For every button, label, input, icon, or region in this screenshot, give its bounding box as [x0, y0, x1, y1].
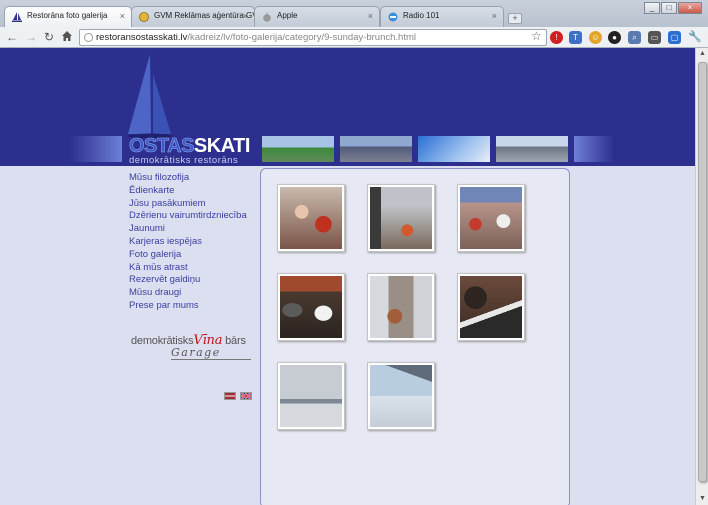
brunch-photo-8: [370, 365, 432, 427]
screen-extension-icon[interactable]: ▭: [648, 31, 661, 44]
promo-garage: Garage: [171, 346, 251, 360]
nav-link-jaunumi[interactable]: Jaunumi: [129, 223, 247, 236]
search-extension-icon[interactable]: ⌕: [628, 31, 641, 44]
home-icon[interactable]: [60, 30, 74, 44]
gallery-thumb-4[interactable]: [277, 273, 345, 341]
site-header: OSTASSKATI demokrātisks restorāns: [0, 48, 695, 166]
url-path: /kadreiz/lv/foto-galerija/category/9-sun…: [187, 32, 416, 43]
reload-icon[interactable]: ↻: [42, 30, 56, 44]
maximize-button[interactable]: □: [661, 2, 677, 14]
face-extension-icon[interactable]: ☺: [589, 31, 602, 44]
brunch-photo-6: [460, 276, 522, 338]
nav-link-dzerienu[interactable]: Dzērienu vairumtirdzniecība: [129, 210, 247, 223]
nav-link-rezervet[interactable]: Rezervēt galdiņu: [129, 274, 247, 287]
nav-link-foto-galerija[interactable]: Foto galerija: [129, 249, 247, 262]
tab-title: GVM Reklāmas aģentūra GVM: [154, 11, 255, 20]
brand-tagline: demokrātisks restorāns: [129, 155, 239, 166]
gallery-thumb-3[interactable]: [457, 184, 525, 252]
header-strip-right: [574, 136, 614, 162]
scroll-down-icon[interactable]: ▼: [696, 493, 708, 505]
scrollbar-thumb[interactable]: [698, 62, 707, 482]
radio101-favicon-icon: [388, 12, 398, 22]
minimize-button[interactable]: _: [644, 2, 660, 14]
header-photo-harbor: [262, 136, 334, 162]
main-nav: Mūsu filozofija Ēdienkarte Jūsu pasākumi…: [129, 172, 247, 313]
forward-arrow-icon[interactable]: →: [24, 30, 38, 44]
brunch-photo-2: [370, 187, 432, 249]
promo-post: bārs: [225, 335, 246, 347]
gallery-thumb-6[interactable]: [457, 273, 525, 341]
gallery-thumb-1[interactable]: [277, 184, 345, 252]
address-bar[interactable]: restoransostasskati.lv/kadreiz/lv/foto-g…: [79, 29, 547, 46]
new-tab-button[interactable]: +: [508, 13, 522, 24]
photo-gallery: [260, 168, 570, 505]
apple-favicon-icon: [262, 12, 272, 22]
header-strip-left: [70, 136, 122, 162]
brunch-photo-4: [280, 276, 342, 338]
opera-extension-icon[interactable]: !: [550, 31, 563, 44]
header-photo-terrace: [496, 136, 568, 162]
back-arrow-icon[interactable]: ←: [5, 30, 19, 44]
brunch-photo-7: [280, 365, 342, 427]
gallery-thumb-5[interactable]: [367, 273, 435, 341]
browser-toolbar: ← → ↻ restoransostasskati.lv/kadreiz/lv/…: [0, 27, 708, 48]
tab-title: Apple: [277, 11, 298, 20]
nav-link-prese[interactable]: Prese par mums: [129, 300, 247, 313]
brand-part2: SKATI: [193, 135, 251, 157]
sailboat-logo-icon: [128, 54, 172, 138]
vina-bars-garage-banner[interactable]: demokrātisksVīna bārs Garage: [131, 333, 257, 360]
translate-extension-icon[interactable]: T: [569, 31, 582, 44]
nav-link-filozofija[interactable]: Mūsu filozofija: [129, 172, 247, 185]
uk-flag-icon[interactable]: [240, 392, 252, 400]
url-host: restoransostasskati.lv: [96, 32, 188, 43]
header-photo-flags: [418, 136, 490, 162]
page-viewport: OSTASSKATI demokrātisks restorāns Mūsu f…: [0, 48, 708, 505]
header-photo-ship: [340, 136, 412, 162]
site-logo[interactable]: OSTASSKATI demokrātisks restorāns: [129, 135, 259, 166]
page-scrollbar[interactable]: ▲ ▼: [695, 48, 708, 505]
gvm-favicon-icon: [139, 12, 149, 22]
tab-restorana[interactable]: Restorāna foto galerija ×: [4, 6, 132, 27]
nav-link-edienkarte[interactable]: Ēdienkarte: [129, 185, 247, 198]
close-window-button[interactable]: ×: [678, 2, 702, 14]
tab-radio101[interactable]: Radio 101 ×: [380, 6, 504, 27]
wrench-icon[interactable]: 🔧: [688, 31, 702, 44]
tab-apple[interactable]: Apple ×: [254, 6, 380, 27]
latvian-flag-icon[interactable]: [224, 392, 236, 400]
scroll-up-icon[interactable]: ▲: [696, 48, 708, 60]
nav-link-pasakumiem[interactable]: Jūsu pasākumiem: [129, 198, 247, 211]
sailboat-favicon-icon: [12, 12, 22, 22]
brunch-photo-1: [280, 187, 342, 249]
gallery-thumb-8[interactable]: [367, 362, 435, 430]
browser-chrome: Restorāna foto galerija × GVM Reklāmas a…: [0, 0, 708, 48]
close-tab-icon[interactable]: ×: [243, 11, 248, 21]
close-tab-icon[interactable]: ×: [368, 11, 373, 21]
brand-name: OSTASSKATI: [129, 135, 259, 157]
close-tab-icon[interactable]: ×: [492, 11, 497, 21]
brunch-photo-3: [460, 187, 522, 249]
nav-link-draugi[interactable]: Mūsu draugi: [129, 287, 247, 300]
tab-title: Radio 101: [403, 11, 440, 20]
brand-part1: OSTAS: [129, 135, 195, 157]
nav-link-ka-atrast[interactable]: Kā mūs atrast: [129, 262, 247, 275]
page-info-icon: [84, 33, 93, 42]
gallery-thumb-7[interactable]: [277, 362, 345, 430]
tab-strip: Restorāna foto galerija × GVM Reklāmas a…: [0, 0, 708, 27]
nav-link-karjeras[interactable]: Karjeras iespējas: [129, 236, 247, 249]
brunch-photo-5: [370, 276, 432, 338]
dark-extension-icon[interactable]: ●: [608, 31, 621, 44]
tab-gvm[interactable]: GVM Reklāmas aģentūra GVM ×: [131, 6, 255, 27]
bookmark-star-icon[interactable]: ☆: [531, 29, 542, 43]
gallery-thumb-2[interactable]: [367, 184, 435, 252]
close-tab-icon[interactable]: ×: [120, 11, 125, 21]
window-extension-icon[interactable]: ▢: [668, 31, 681, 44]
tab-title: Restorāna foto galerija: [27, 11, 108, 20]
